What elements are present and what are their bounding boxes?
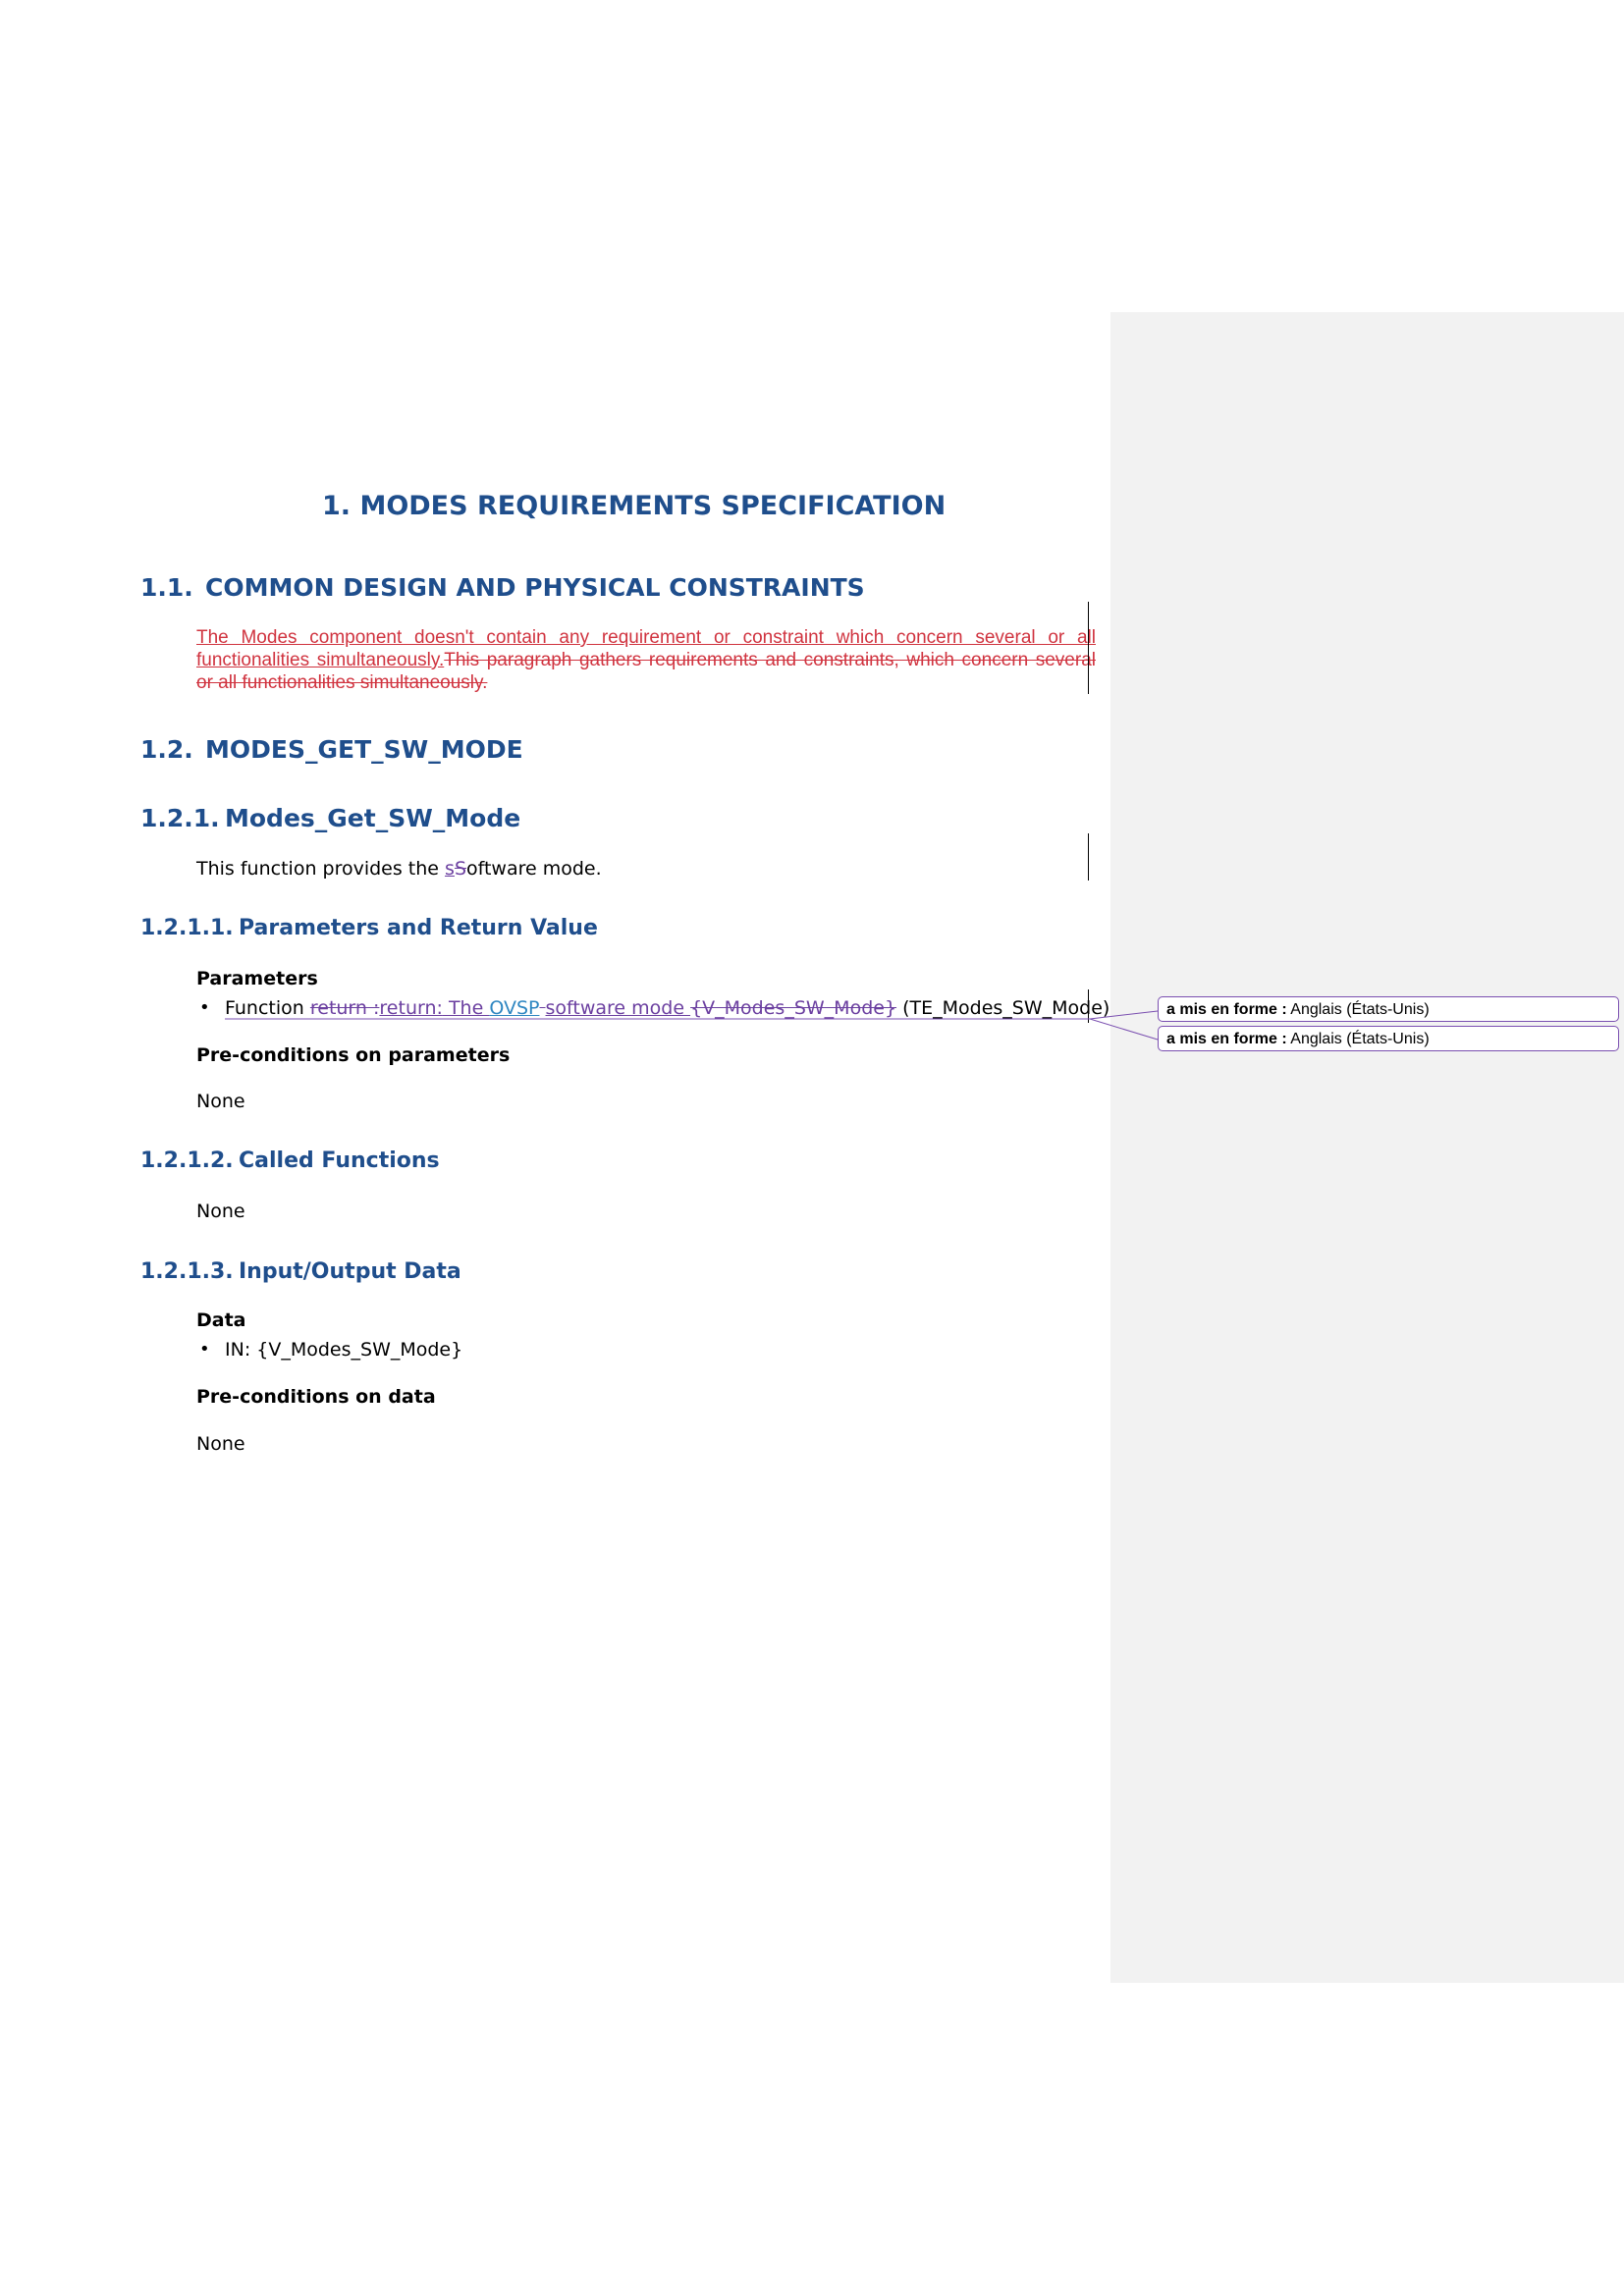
pre-conditions-data-value: None — [196, 1433, 245, 1455]
section-title: Called Functions — [239, 1148, 440, 1173]
section-title: Input/Output Data — [239, 1259, 461, 1284]
section-1-2-1-3-heading: 1.2.1.3. Input/Output Data — [140, 1259, 461, 1284]
section-number: 1.2.1.2. — [140, 1148, 234, 1173]
data-label: Data — [196, 1309, 246, 1331]
bullet-icon: • — [199, 1339, 210, 1360]
comment-balloon[interactable]: a mis en forme : Anglais (États-Unis) — [1158, 996, 1619, 1022]
comment-label: a mis en forme : — [1166, 1001, 1287, 1018]
pre-conditions-parameters-value: None — [196, 1091, 245, 1112]
data-item: IN: {V_Modes_SW_Mode} — [225, 1339, 463, 1361]
called-functions-value: None — [196, 1201, 245, 1222]
connector-line — [1089, 1010, 1159, 1020]
comment-value: Anglais (États-Unis) — [1286, 1001, 1430, 1018]
section-1-2-1-2-heading: 1.2.1.2. Called Functions — [140, 1148, 440, 1173]
pre-conditions-parameters-label: Pre-conditions on parameters — [196, 1044, 511, 1066]
comment-balloon[interactable]: a mis en forme : Anglais (États-Unis) — [1158, 1026, 1619, 1051]
comment-value: Anglais (États-Unis) — [1286, 1031, 1430, 1047]
section-number: 1.2.1.3. — [140, 1259, 234, 1284]
connector-line — [1089, 1018, 1159, 1041]
comment-label: a mis en forme : — [1166, 1031, 1287, 1047]
pre-conditions-data-label: Pre-conditions on data — [196, 1386, 436, 1408]
